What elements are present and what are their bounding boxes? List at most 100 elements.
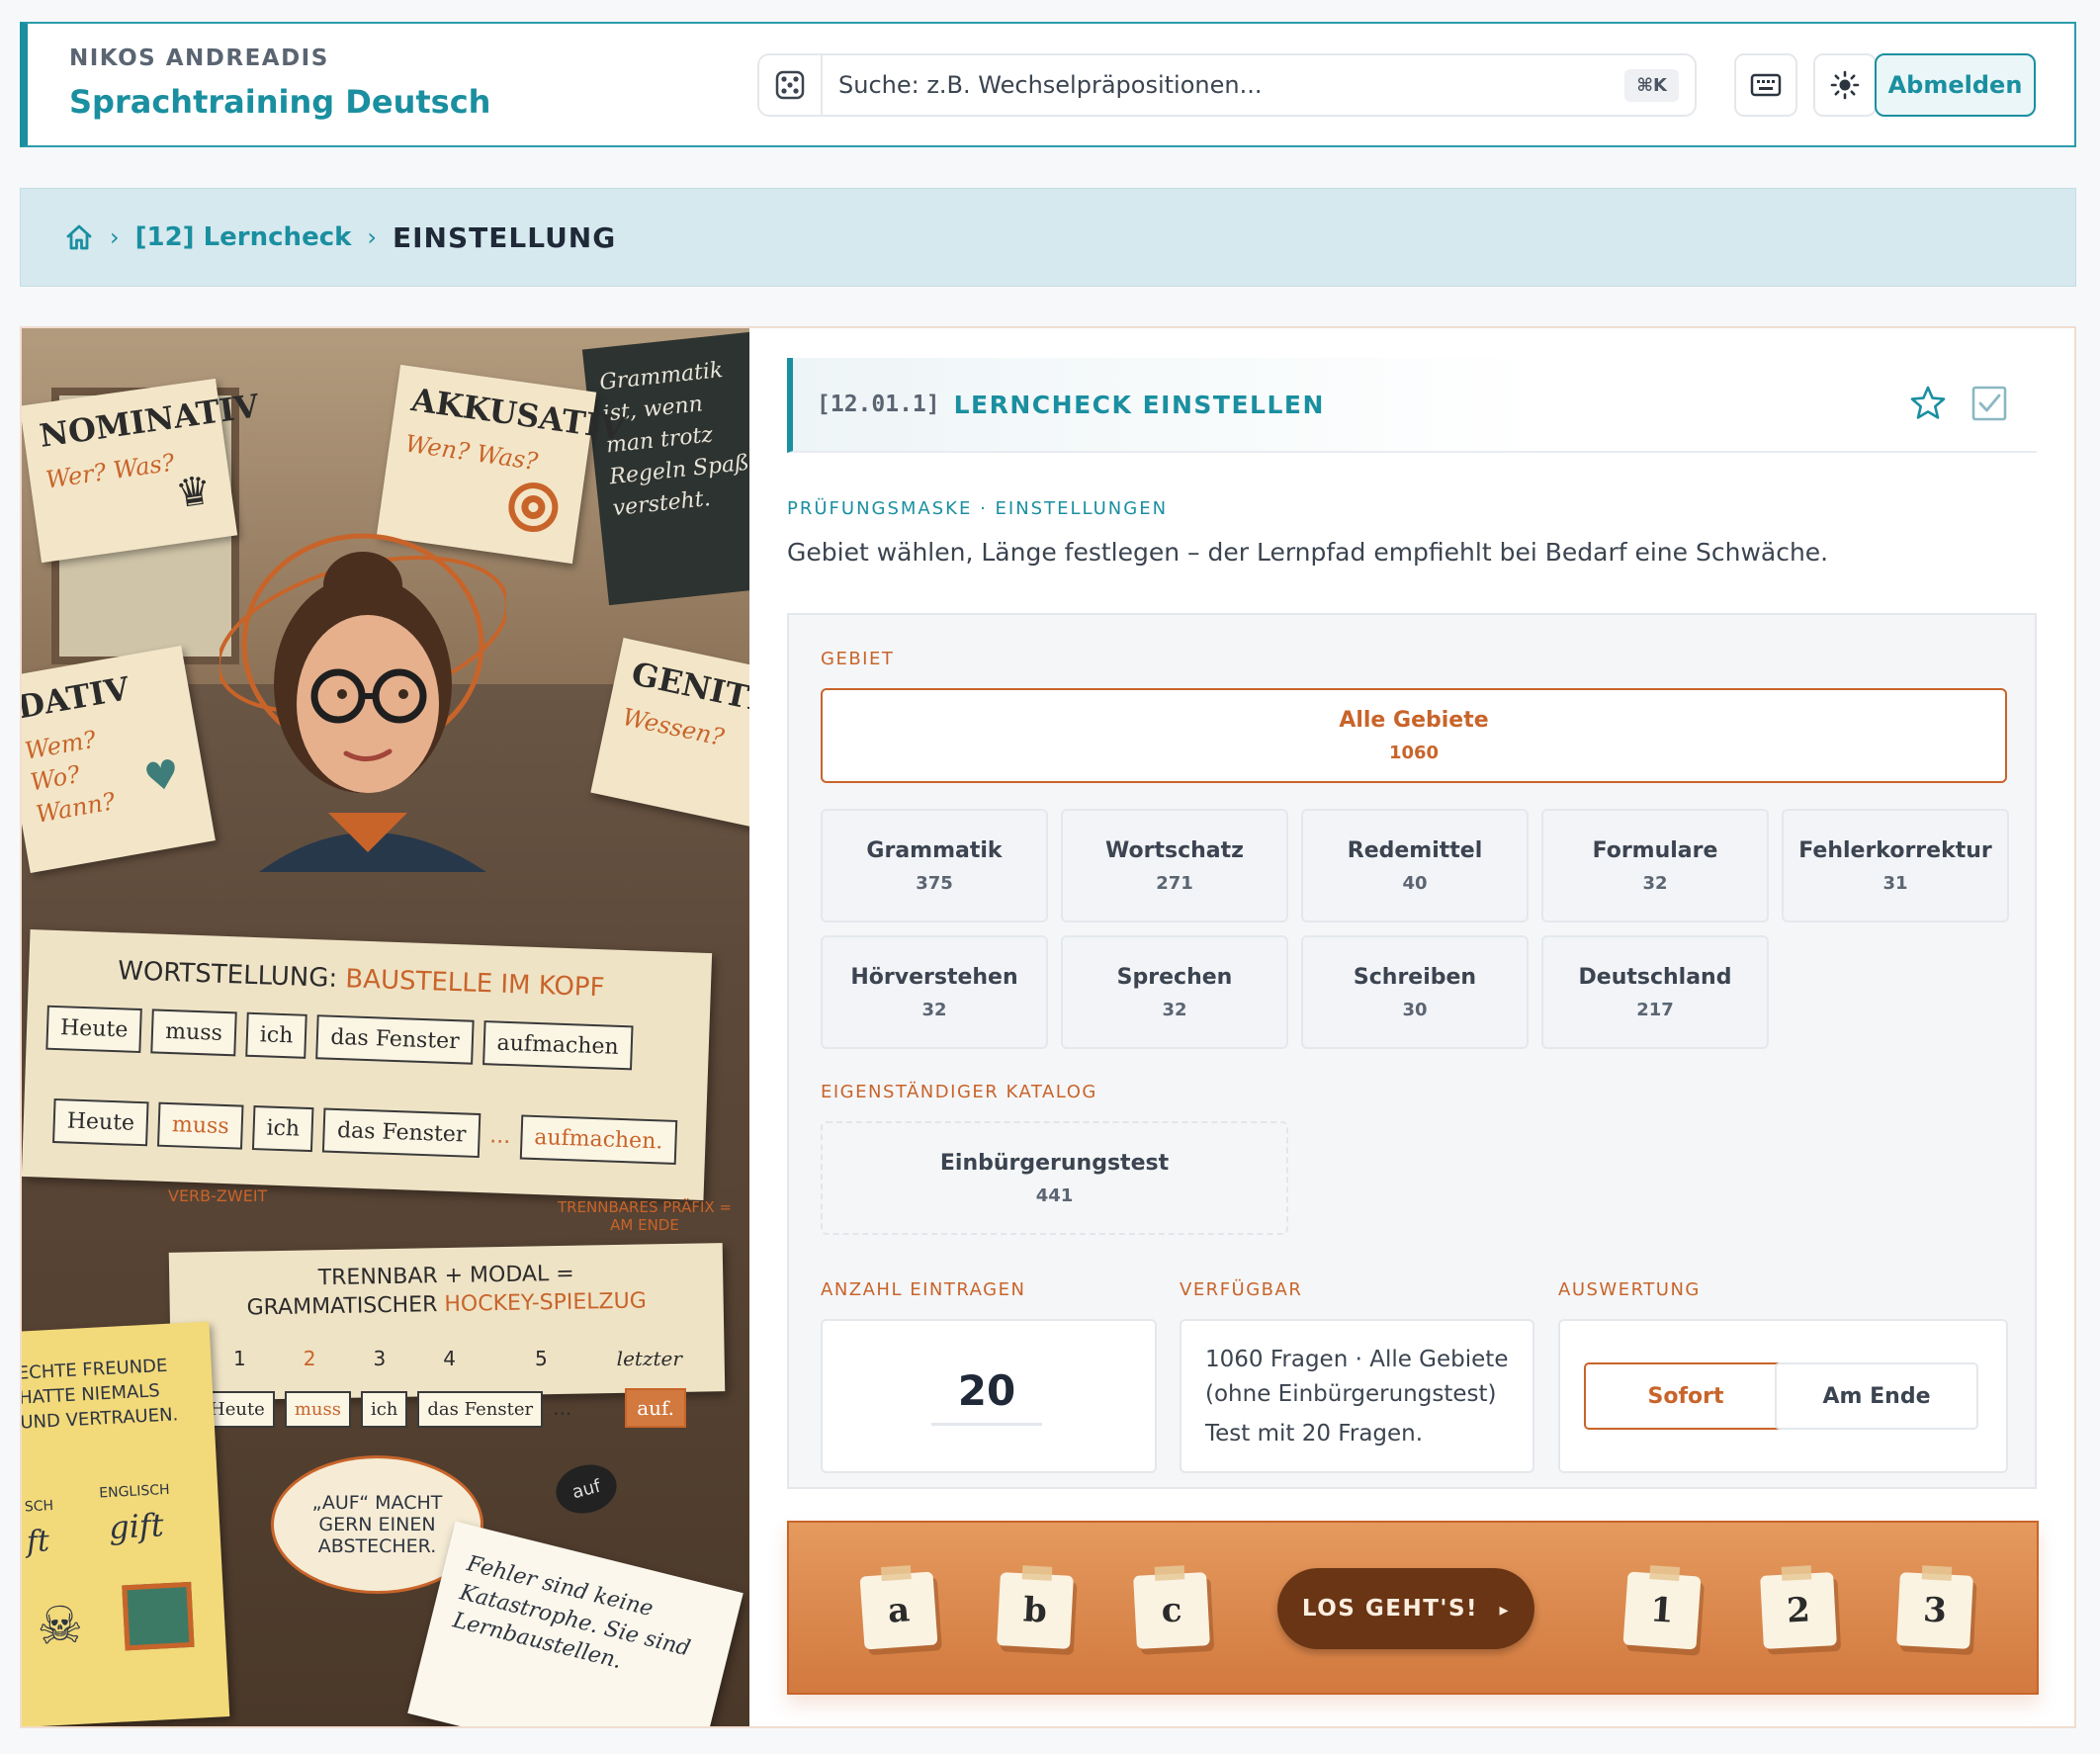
auswertung-sofort-button[interactable]: Sofort (1584, 1362, 1788, 1430)
letter-tile: a (859, 1571, 938, 1650)
area-count: 40 (1402, 872, 1428, 894)
area-tile-schreiben[interactable]: Schreiben 30 (1301, 935, 1529, 1049)
question-count-input[interactable]: 20 (931, 1366, 1042, 1426)
trennbar-subtitle-b: HOCKEY-SPIELZUG (444, 1288, 647, 1318)
area-tile-fehlerkorrektur[interactable]: Fehlerkorrektur 31 (1782, 809, 2009, 922)
yellow-note-gift: gift (108, 1506, 165, 1547)
breadcrumb: › [12] Lerncheck › EINSTELLUNG (20, 188, 2076, 287)
star-icon[interactable] (1908, 384, 1948, 423)
start-quiz-button[interactable]: LOS GEHT'S! ▸ (1277, 1568, 1534, 1649)
breadcrumb-link-lerncheck[interactable]: [12] Lerncheck (135, 222, 352, 252)
wortstellung-subtitle: BAUSTELLE IM KOPF (344, 964, 605, 1004)
notebook: Fehler sind keine Katastrophe. Sie sind … (407, 1521, 744, 1726)
skull-icon: ☠ (35, 1595, 85, 1658)
note-title: DATIV (22, 669, 132, 727)
area-tile-formulare[interactable]: Formulare 32 (1541, 809, 1769, 922)
word-card: das Fenster (315, 1014, 475, 1065)
word-card: auf. (625, 1388, 687, 1428)
katalog-tile-einbuergerungstest[interactable]: Einbürgerungstest 441 (821, 1121, 1288, 1235)
letter-tile: c (1133, 1572, 1210, 1649)
target-icon (505, 479, 562, 536)
area-all-tile[interactable]: Alle Gebiete 1060 (821, 688, 2007, 783)
area-name: Redemittel (1347, 837, 1483, 863)
verfuegbar-label: VERFÜGBAR (1180, 1279, 1303, 1300)
note-question: Wem? Wo? Wann? (22, 725, 118, 829)
number-tile: 3 (1896, 1572, 1973, 1649)
auswertung-am-ende-button[interactable]: Am Ende (1775, 1362, 1978, 1430)
area-tile-redemittel[interactable]: Redemittel 40 (1301, 809, 1529, 922)
area-name: Wortschatz (1105, 837, 1244, 863)
auswertung-label: AUSWERTUNG (1558, 1279, 1701, 1300)
chevron-right-icon: › (367, 223, 378, 251)
gebiet-label: GEBIET (821, 649, 895, 669)
verfuegbar-line: (ohne Einbürgerungstest) (1205, 1380, 1497, 1407)
area-count: 217 (1636, 999, 1674, 1020)
wortstellung-title: WORTSTELLUNG: (117, 956, 338, 994)
position-number: 3 (373, 1347, 387, 1370)
settings-form: GEBIET Alle Gebiete 1060 Grammatik 375 Wo… (787, 613, 2037, 1489)
breadcrumb-current: EINSTELLUNG (393, 220, 617, 254)
word-row-3: Heute muss ich das Fenster... auf. (200, 1388, 696, 1428)
area-count: 1060 (1388, 743, 1440, 763)
area-name: Deutschland (1578, 964, 1732, 990)
position-number: 1 (233, 1347, 246, 1370)
area-tile-hoerverstehen[interactable]: Hörverstehen 32 (821, 935, 1048, 1049)
area-name: Hörverstehen (850, 964, 1018, 990)
area-name: Sprechen (1116, 964, 1233, 990)
yellow-note-englisch: ENGLISCH (98, 1481, 170, 1502)
area-count: 32 (921, 999, 947, 1020)
word-card: Heute (52, 1097, 149, 1147)
section-title: LERNCHECK EINSTELLEN (953, 390, 1325, 419)
area-name: Alle Gebiete (1339, 708, 1489, 733)
sun-icon (1830, 70, 1860, 100)
area-tile-grammatik[interactable]: Grammatik 375 (821, 809, 1048, 922)
logout-button[interactable]: Abmelden (1875, 53, 2036, 117)
word-card: das Fenster (322, 1107, 481, 1159)
katalog-name: Einbürgerungstest (939, 1150, 1170, 1176)
word-card: das Fenster (417, 1391, 544, 1428)
verb-zweit-label: VERB-ZWEIT (168, 1186, 268, 1205)
anzahl-box: 20 (821, 1319, 1157, 1473)
section-header: [12.01.1] LERNCHECK EINSTELLEN (787, 358, 2037, 453)
shortcut-badge: ⌘K (1624, 68, 1679, 102)
top-header: NIKOS ANDREADIS Sprachtraining Deutsch ⌘… (20, 22, 2076, 147)
trennbar-subtitle-a: GRAMMATISCHER (246, 1292, 438, 1321)
trennbar-subtitle: GRAMMATISCHER HOCKEY-SPIELZUG (170, 1287, 724, 1322)
search-bar[interactable]: ⌘K (757, 53, 1697, 117)
area-tile-deutschland[interactable]: Deutschland 217 (1541, 935, 1769, 1049)
user-name: NIKOS ANDREADIS (69, 45, 329, 71)
checkbox-check-icon[interactable] (1969, 384, 2009, 423)
area-tile-sprechen[interactable]: Sprechen 32 (1061, 935, 1288, 1049)
position-numbers: 1 2 3 4 5 letzter (233, 1347, 682, 1370)
position-number: 2 (303, 1347, 316, 1370)
ellipsis: ... (488, 1123, 511, 1150)
area-tile-wortschatz[interactable]: Wortschatz 271 (1061, 809, 1288, 922)
word-card: ich (245, 1011, 308, 1059)
heart-icon: ♥ (140, 750, 184, 803)
theme-toggle-button[interactable] (1813, 53, 1877, 117)
chevron-right-icon: › (110, 223, 120, 251)
launch-bar: a b c LOS GEHT'S! ▸ 1 2 3 (787, 1521, 2039, 1695)
area-count: 31 (1882, 872, 1908, 894)
word-card: muss (284, 1391, 351, 1428)
random-dice-button[interactable] (759, 55, 823, 115)
wortstellung-heading: WORTSTELLUNG: BAUSTELLE IM KOPF (118, 956, 605, 1003)
area-name: Formulare (1592, 837, 1718, 863)
area-name: Grammatik (866, 837, 1003, 863)
keyboard-button[interactable] (1734, 53, 1797, 117)
home-icon[interactable] (64, 222, 94, 252)
word-row-1: Heute muss ich das Fenster aufmachen (45, 1005, 643, 1071)
note-dativ: DATIV Wem? Wo? Wann? ♥ (22, 646, 216, 873)
search-input[interactable] (823, 71, 1625, 99)
app-title[interactable]: Sprachtraining Deutsch (69, 83, 490, 121)
main-card: Grammatik ist, wenn man trotz Regeln Spa… (20, 326, 2076, 1728)
ellipsis: ... (553, 1396, 572, 1420)
katalog-label: EIGENSTÄNDIGER KATALOG (821, 1082, 1097, 1102)
dice-icon (775, 70, 805, 100)
position-number: 5 (534, 1347, 548, 1370)
anzahl-label: ANZAHL EINTRAGEN (821, 1279, 1026, 1300)
word-card: aufmachen. (519, 1114, 678, 1165)
verfuegbar-box: 1060 Fragen · Alle Gebiete (ohne Einbürg… (1180, 1319, 1534, 1473)
word-card: muss (150, 1009, 237, 1057)
area-count: 32 (1162, 999, 1187, 1020)
